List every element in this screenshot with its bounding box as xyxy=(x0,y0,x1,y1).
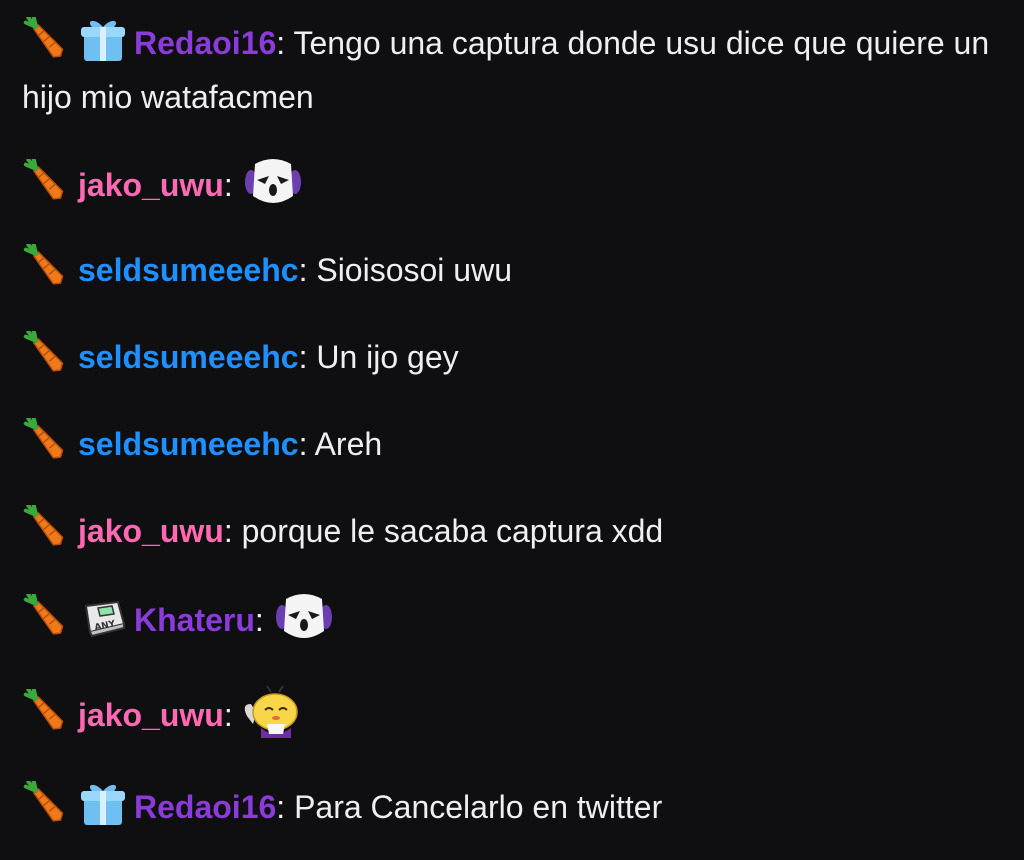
chat-message: jako_uwu: xyxy=(22,686,1002,742)
chat-colon: : xyxy=(276,789,295,825)
ghost-emote-icon[interactable] xyxy=(272,591,336,643)
chat-colon: : xyxy=(223,513,242,549)
carrot-badge-icon[interactable] xyxy=(22,17,72,63)
carrot-badge-icon[interactable] xyxy=(22,781,72,827)
chat-colon: : xyxy=(298,339,317,375)
chat-text: Sioisosoi uwu xyxy=(316,252,512,288)
carrot-badge-icon[interactable] xyxy=(22,505,72,551)
chat-colon: : xyxy=(298,252,317,288)
chat-message: seldsumeeehc: Un ijo gey xyxy=(22,330,1002,384)
chat-message: jako_uwu: porque le sacaba captura xdd xyxy=(22,504,1002,558)
chat-colon: : xyxy=(298,426,315,462)
chat-log: Redaoi16: Tengo una captura donde usu di… xyxy=(0,0,1024,860)
chat-username[interactable]: jako_uwu xyxy=(78,167,224,203)
ghost-emote-icon[interactable] xyxy=(241,156,305,208)
carrot-badge-icon[interactable] xyxy=(22,594,72,640)
chat-username[interactable]: Redaoi16 xyxy=(134,25,276,61)
bee-emote-icon[interactable] xyxy=(241,686,305,738)
carrot-badge-icon[interactable] xyxy=(22,244,72,290)
chat-colon: : xyxy=(276,25,294,61)
chat-message: seldsumeeehc: Sioisosoi uwu xyxy=(22,243,1002,297)
chat-username[interactable]: jako_uwu xyxy=(78,513,224,549)
chat-colon: : xyxy=(223,167,233,203)
chat-text: Para Cancelarlo en twitter xyxy=(294,789,663,825)
chat-colon: : xyxy=(254,602,264,638)
chat-message: ANY Khateru: xyxy=(22,591,1002,647)
chat-text: Un ijo gey xyxy=(316,339,459,375)
chat-username[interactable]: seldsumeeehc xyxy=(78,252,299,288)
gift-badge-icon[interactable] xyxy=(78,781,128,827)
chat-username[interactable]: Khateru xyxy=(134,602,255,638)
any-key-badge-icon[interactable]: ANY xyxy=(78,594,128,640)
chat-message: Redaoi16: Para Cancelarlo en twitter xyxy=(22,780,1002,834)
chat-message: seldsumeeehc: Areh xyxy=(22,417,1002,471)
chat-text: porque le sacaba captura xdd xyxy=(241,513,664,549)
chat-username[interactable]: jako_uwu xyxy=(78,697,224,733)
chat-text: Areh xyxy=(314,426,383,462)
chat-colon: : xyxy=(223,697,233,733)
carrot-badge-icon[interactable] xyxy=(22,159,72,205)
carrot-badge-icon[interactable] xyxy=(22,689,72,735)
chat-username[interactable]: Redaoi16 xyxy=(134,789,276,825)
gift-badge-icon[interactable] xyxy=(78,17,128,63)
carrot-badge-icon[interactable] xyxy=(22,331,72,377)
carrot-badge-icon[interactable] xyxy=(22,418,72,464)
chat-message: jako_uwu: xyxy=(22,156,1002,212)
chat-username[interactable]: seldsumeeehc xyxy=(78,339,299,375)
chat-message: Redaoi16: Tengo una captura donde usu di… xyxy=(22,16,1002,124)
chat-username[interactable]: seldsumeeehc xyxy=(78,426,299,462)
